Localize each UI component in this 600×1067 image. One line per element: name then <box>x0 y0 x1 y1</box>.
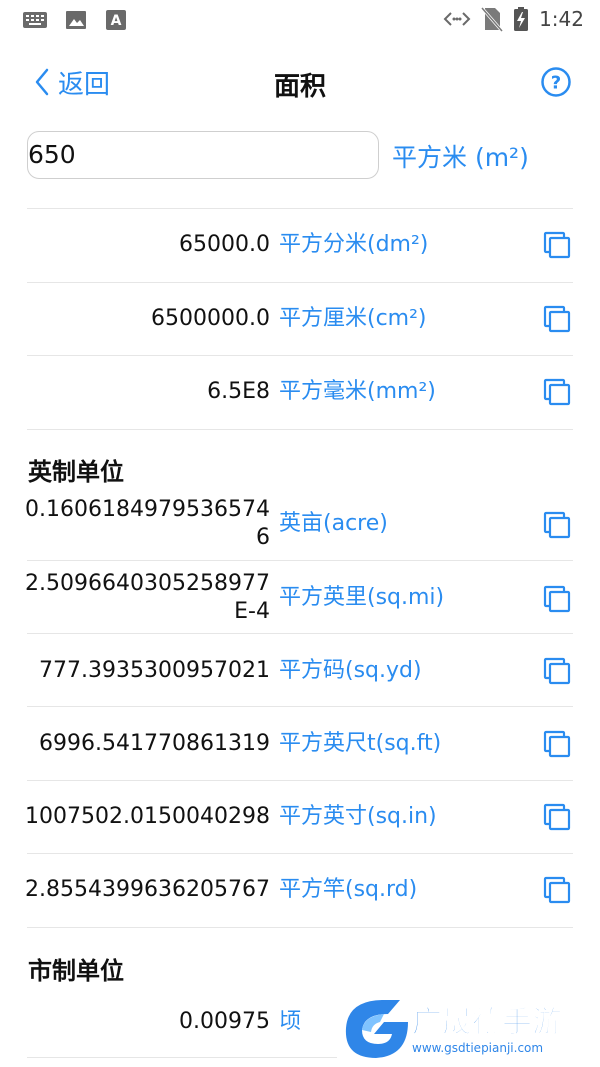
divider <box>27 355 573 356</box>
divider <box>27 780 573 781</box>
result-unit: 平方英寸(sq.in) <box>279 804 437 829</box>
copy-icon[interactable] <box>541 874 573 906</box>
copy-icon[interactable] <box>541 583 573 615</box>
status-time: 1:42 <box>539 7 584 31</box>
value-input[interactable] <box>28 132 328 176</box>
result-value-line2: E-4 <box>234 599 270 624</box>
image-icon <box>66 11 86 29</box>
result-unit: 平方码(sq.yd) <box>279 658 422 683</box>
divider <box>27 706 573 707</box>
svg-text:A: A <box>111 13 122 29</box>
result-value: 65000.0 <box>179 232 270 257</box>
result-value-line2: 6 <box>256 525 270 550</box>
result-unit: 平方厘米(cm²) <box>279 306 427 331</box>
divider <box>27 853 573 854</box>
divider <box>27 633 573 634</box>
site-watermark: 广晟德手游 www.gsdtiepianji.com <box>345 1000 563 1058</box>
data-transfer-icon <box>443 12 471 26</box>
help-icon[interactable]: ? <box>540 66 572 98</box>
result-value: 1007502.0150040298 <box>25 804 270 829</box>
result-value: 2.8554399636205767 <box>25 877 270 902</box>
font-app-icon: A <box>106 10 126 30</box>
copy-icon[interactable] <box>541 655 573 687</box>
result-unit: 平方毫米(mm²) <box>279 379 436 404</box>
result-value: 6500000.0 <box>151 306 270 331</box>
nav-bar: 返回 面积 ? <box>0 52 600 112</box>
copy-icon[interactable] <box>541 229 573 261</box>
svg-text:?: ? <box>551 73 561 94</box>
watermark-url: www.gsdtiepianji.com <box>412 1041 543 1055</box>
copy-icon[interactable] <box>541 728 573 760</box>
result-value: 0.00975 <box>179 1009 270 1034</box>
divider <box>27 1057 337 1058</box>
keyboard-icon <box>23 12 47 28</box>
result-unit: 平方英里(sq.mi) <box>279 585 445 610</box>
divider <box>27 282 573 283</box>
copy-icon[interactable] <box>541 509 573 541</box>
result-unit: 英亩(acre) <box>279 511 388 536</box>
result-value: 6.5E8 <box>207 379 270 404</box>
result-unit: 平方竿(sq.rd) <box>279 877 418 902</box>
value-input-box[interactable] <box>27 131 379 179</box>
divider <box>27 429 573 430</box>
result-value: 6996.541770861319 <box>39 731 270 756</box>
unit-selector[interactable]: 平方米 (m²) <box>392 138 529 174</box>
result-value-line1: 0.1606184979536574 <box>25 497 270 522</box>
watermark-brand: 广晟德手游 <box>412 1005 562 1040</box>
result-value: 777.3935300957021 <box>39 658 270 683</box>
status-bar: A 1:42 <box>0 0 600 42</box>
result-value-line1: 2.5096640305258977 <box>25 571 270 596</box>
section-title-imperial: 英制单位 <box>28 458 124 486</box>
section-title-chinese: 市制单位 <box>28 957 124 985</box>
battery-charging-icon <box>514 7 529 31</box>
result-unit: 平方英尺t(sq.ft) <box>279 731 442 756</box>
divider <box>27 208 573 209</box>
result-unit: 顷 <box>279 1009 302 1034</box>
divider <box>27 927 573 928</box>
page-title: 面积 <box>273 72 326 102</box>
copy-icon[interactable] <box>541 376 573 408</box>
no-sim-icon <box>481 7 504 32</box>
copy-icon[interactable] <box>541 303 573 335</box>
result-unit: 平方分米(dm²) <box>279 232 429 257</box>
divider <box>27 560 573 561</box>
copy-icon[interactable] <box>541 801 573 833</box>
